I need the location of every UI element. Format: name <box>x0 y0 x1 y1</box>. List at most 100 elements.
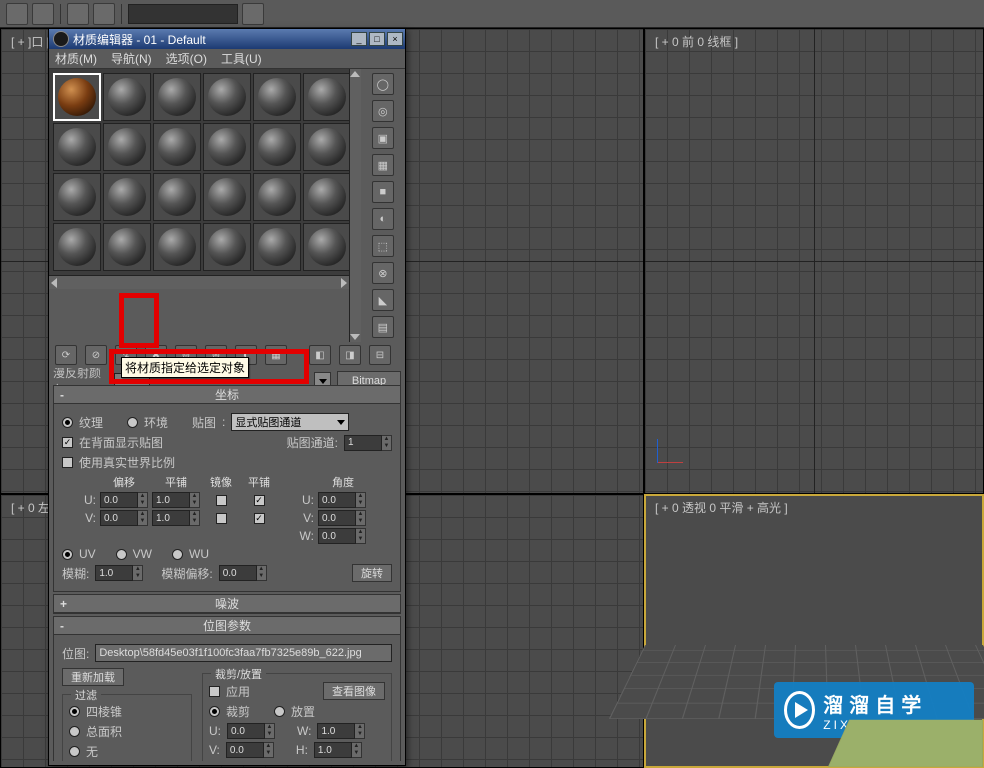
scroll-left-icon[interactable] <box>51 278 57 288</box>
check-real-world[interactable] <box>62 457 73 468</box>
reload-button[interactable]: 重新加载 <box>62 668 124 686</box>
me-tool[interactable]: ⊘ <box>85 345 107 365</box>
rollout-header[interactable]: - 位图参数 <box>54 617 400 635</box>
blur-offset-spinner[interactable]: ▲▼ <box>219 565 267 581</box>
side-tool[interactable]: ⬚ <box>372 235 394 257</box>
tool-button[interactable] <box>242 3 264 25</box>
minimize-button[interactable]: _ <box>351 32 367 46</box>
sample-slot[interactable] <box>103 73 151 121</box>
side-tool[interactable]: ▣ <box>372 127 394 149</box>
v-mirror[interactable] <box>216 513 227 524</box>
sample-slot[interactable] <box>253 223 301 271</box>
sample-slot[interactable] <box>53 223 101 271</box>
w-angle[interactable]: ▲▼ <box>318 528 368 544</box>
radio-crop[interactable] <box>209 706 220 717</box>
u-offset[interactable]: ▲▼ <box>100 492 148 508</box>
sample-slot[interactable] <box>303 223 351 271</box>
sample-slot[interactable] <box>253 123 301 171</box>
filter-summed[interactable] <box>69 726 80 737</box>
sample-slot[interactable] <box>153 123 201 171</box>
sample-slot[interactable] <box>53 73 101 121</box>
menu-tools[interactable]: 工具(U) <box>221 50 262 67</box>
check-show-on-back[interactable] <box>62 437 73 448</box>
me-tool[interactable]: ⟳ <box>55 345 77 365</box>
sample-slot[interactable] <box>303 173 351 221</box>
slots-scroll-h[interactable] <box>49 275 349 289</box>
rollout-header[interactable]: - 坐标 <box>54 386 400 404</box>
u-tile-check[interactable] <box>254 495 265 506</box>
side-tool[interactable]: ◣ <box>372 289 394 311</box>
apply-check[interactable] <box>209 686 220 697</box>
v-tile[interactable]: ▲▼ <box>152 510 200 526</box>
tool-button[interactable] <box>6 3 28 25</box>
map-channel-select[interactable]: 显式贴图通道 <box>231 413 349 431</box>
sample-slot[interactable] <box>203 123 251 171</box>
me-tool[interactable]: ◨ <box>339 345 361 365</box>
tool-button[interactable] <box>32 3 54 25</box>
sample-slot[interactable] <box>203 173 251 221</box>
sample-slot[interactable] <box>253 73 301 121</box>
crop-v[interactable]: ▲▼ <box>226 742 274 758</box>
scroll-down-icon[interactable] <box>350 334 360 340</box>
coord-field[interactable] <box>128 4 238 24</box>
bitmap-path-button[interactable]: Desktop\58fd45e03f1f100fc3faa7fb7325e89b… <box>95 644 392 662</box>
radio-place[interactable] <box>274 706 285 717</box>
menu-material[interactable]: 材质(M) <box>55 50 97 67</box>
tool-button[interactable] <box>93 3 115 25</box>
sample-slot[interactable] <box>253 173 301 221</box>
sample-slot[interactable] <box>153 223 201 271</box>
viewport-front[interactable]: [ + 0 前 0 线框 ] <box>644 28 984 494</box>
u-angle[interactable]: ▲▼ <box>318 492 368 508</box>
scroll-right-icon[interactable] <box>341 278 347 288</box>
sample-slot[interactable] <box>53 123 101 171</box>
sample-slot[interactable] <box>203 73 251 121</box>
side-tool[interactable]: ▦ <box>372 154 394 176</box>
side-tool[interactable]: ◯ <box>372 73 394 95</box>
sample-slot[interactable] <box>303 123 351 171</box>
me-tool[interactable]: ▦ <box>265 345 287 365</box>
slots-scroll-v[interactable] <box>349 69 361 342</box>
sample-slot[interactable] <box>103 223 151 271</box>
blur-spinner[interactable]: ▲▼ <box>95 565 143 581</box>
scroll-up-icon[interactable] <box>350 71 360 77</box>
tool-button[interactable] <box>67 3 89 25</box>
side-tool[interactable]: ▤ <box>372 316 394 338</box>
crop-w[interactable]: ▲▼ <box>317 723 365 739</box>
sample-slot[interactable] <box>153 173 201 221</box>
sample-slot[interactable] <box>53 173 101 221</box>
me-tool[interactable]: ⊟ <box>369 345 391 365</box>
sample-slot[interactable] <box>203 223 251 271</box>
u-mirror[interactable] <box>216 495 227 506</box>
filter-pyramid[interactable] <box>69 706 80 717</box>
sample-slot[interactable] <box>103 123 151 171</box>
view-image-button[interactable]: 查看图像 <box>323 682 385 700</box>
v-angle[interactable]: ▲▼ <box>318 510 368 526</box>
u-tile[interactable]: ▲▼ <box>152 492 200 508</box>
side-tool[interactable]: ⊗ <box>372 262 394 284</box>
sample-slot[interactable] <box>303 73 351 121</box>
side-tool[interactable]: ◎ <box>372 100 394 122</box>
map-channel-spinner[interactable]: ▲▼ <box>344 435 392 451</box>
filter-none[interactable] <box>69 746 80 757</box>
v-offset[interactable]: ▲▼ <box>100 510 148 526</box>
crop-u[interactable]: ▲▼ <box>227 723 275 739</box>
menu-options[interactable]: 选项(O) <box>166 50 207 67</box>
side-tool[interactable]: ◐ <box>372 208 394 230</box>
radio-environment[interactable] <box>127 417 138 428</box>
title-bar[interactable]: 材质编辑器 - 01 - Default _ □ × <box>49 29 405 49</box>
rollout-header[interactable]: + 噪波 <box>54 595 400 613</box>
radio-wu[interactable] <box>172 549 183 560</box>
me-tool[interactable]: ◧ <box>309 345 331 365</box>
maximize-button[interactable]: □ <box>369 32 385 46</box>
sample-slot[interactable] <box>153 73 201 121</box>
crop-h[interactable]: ▲▼ <box>314 742 362 758</box>
v-tile-check[interactable] <box>254 513 265 524</box>
menu-navigation[interactable]: 导航(N) <box>111 50 152 67</box>
side-tool[interactable]: ■ <box>372 181 394 203</box>
rotate-button[interactable]: 旋转 <box>352 564 392 582</box>
sample-slot[interactable] <box>103 173 151 221</box>
close-button[interactable]: × <box>387 32 403 46</box>
radio-texture[interactable] <box>62 417 73 428</box>
radio-vw[interactable] <box>116 549 127 560</box>
radio-uv[interactable] <box>62 549 73 560</box>
